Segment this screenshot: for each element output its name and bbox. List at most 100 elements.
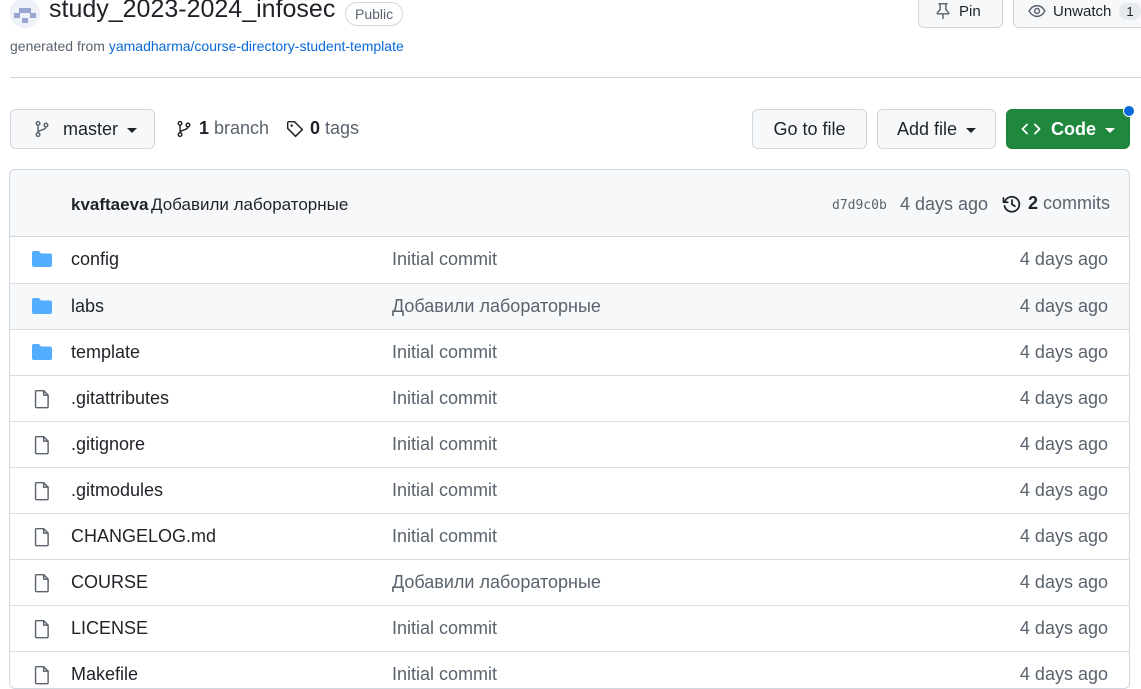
file-icon-wrapper: [31, 481, 53, 506]
file-icon-wrapper: [31, 435, 53, 460]
file-row[interactable]: template Initial commit 4 days ago: [10, 329, 1129, 375]
file-row[interactable]: .gitattributes Initial commit 4 days ago: [10, 375, 1129, 421]
tag-icon: [286, 120, 304, 137]
commit-sha[interactable]: d7d9c0b: [832, 198, 887, 213]
file-commit-age: 4 days ago: [1019, 249, 1108, 269]
file-row[interactable]: .gitignore Initial commit 4 days ago: [10, 421, 1129, 467]
file-commit-message[interactable]: Initial commit: [392, 388, 497, 409]
branch-word: branch: [214, 118, 270, 138]
branches-link[interactable]: 1 branch: [175, 118, 269, 139]
file-icon: [34, 527, 49, 547]
commit-author[interactable]: kvaftaeva: [71, 195, 149, 215]
code-button[interactable]: Code: [1006, 109, 1130, 149]
file-name-link[interactable]: .gitattributes: [71, 388, 169, 409]
folder-icon: [32, 251, 52, 267]
commits-history-link[interactable]: 2 commits: [1002, 193, 1110, 214]
identicon-icon: [10, 0, 40, 28]
notification-dot: [1123, 105, 1135, 117]
file-row[interactable]: CHANGELOG.md Initial commit 4 days ago: [10, 513, 1129, 559]
file-commit-message[interactable]: Initial commit: [392, 434, 497, 455]
tags-link[interactable]: 0 tags: [286, 118, 359, 139]
file-commit-age: 4 days ago: [1019, 296, 1108, 316]
file-commit-message[interactable]: Добавили лабораторные: [392, 296, 601, 317]
branch-selector-button[interactable]: master: [10, 109, 155, 149]
file-name-link[interactable]: LICENSE: [71, 618, 148, 639]
file-commit-age: 4 days ago: [1019, 342, 1108, 362]
file-browser: kvaftaeva Добавили лабораторные d7d9c0b …: [9, 169, 1130, 689]
file-row[interactable]: labs Добавили лабораторные 4 days ago: [10, 283, 1129, 329]
generated-from-text: generated from yamadharma/course-directo…: [10, 38, 404, 54]
template-repo-link[interactable]: yamadharma/course-directory-student-temp…: [109, 38, 404, 54]
commit-message[interactable]: Добавили лабораторные: [151, 195, 348, 215]
file-icon: [34, 619, 49, 639]
file-commit-message[interactable]: Добавили лабораторные: [392, 572, 601, 593]
file-icon-wrapper: [31, 665, 53, 688]
visibility-badge: Public: [345, 2, 404, 26]
file-name-link[interactable]: COURSE: [71, 572, 148, 593]
file-icon: [34, 481, 49, 501]
generated-prefix: generated from: [10, 38, 109, 54]
file-commit-age: 4 days ago: [1019, 618, 1108, 638]
file-row[interactable]: .gitmodules Initial commit 4 days ago: [10, 467, 1129, 513]
tag-count: 0: [310, 118, 321, 138]
folder-icon: [32, 344, 52, 360]
folder-name-link[interactable]: labs: [71, 296, 104, 317]
file-icon: [34, 389, 49, 409]
unwatch-label: Unwatch: [1053, 2, 1112, 20]
file-commit-age: 4 days ago: [1019, 388, 1108, 408]
git-branch-icon: [35, 120, 49, 138]
file-icon: [34, 665, 49, 685]
add-file-button[interactable]: Add file: [877, 109, 996, 149]
pin-icon: [936, 2, 950, 19]
header-divider: [10, 77, 1141, 78]
file-name-link[interactable]: .gitignore: [71, 434, 145, 455]
file-icon-wrapper: [31, 619, 53, 644]
file-row[interactable]: LICENSE Initial commit 4 days ago: [10, 605, 1129, 651]
add-file-label: Add file: [896, 118, 958, 139]
chevron-down-icon: [127, 127, 138, 133]
file-commit-age: 4 days ago: [1019, 434, 1108, 454]
file-row[interactable]: Makefile Initial commit 4 days ago: [10, 651, 1129, 688]
chevron-down-icon: [1105, 127, 1115, 133]
pin-button[interactable]: Pin: [918, 0, 1003, 28]
file-row[interactable]: config Initial commit 4 days ago: [10, 237, 1129, 283]
commit-word: commits: [1043, 193, 1111, 213]
repo-owner-avatar[interactable]: [10, 0, 40, 28]
folder-name-link[interactable]: template: [71, 342, 140, 363]
file-name-link[interactable]: CHANGELOG.md: [71, 526, 216, 547]
file-commit-age: 4 days ago: [1019, 480, 1108, 500]
file-icon-wrapper: [31, 389, 53, 414]
commit-time: 4 days ago: [900, 194, 989, 214]
latest-commit-bar: kvaftaeva Добавили лабораторные d7d9c0b …: [10, 170, 1129, 237]
file-commit-message[interactable]: Initial commit: [392, 342, 497, 363]
file-commit-message[interactable]: Initial commit: [392, 526, 497, 547]
chevron-down-icon: [966, 127, 977, 133]
folder-name-link[interactable]: config: [71, 249, 119, 270]
file-commit-age: 4 days ago: [1019, 572, 1108, 592]
file-row[interactable]: COURSE Добавили лабораторные 4 days ago: [10, 559, 1129, 605]
eye-icon: [1028, 4, 1046, 18]
branch-count: 1: [199, 118, 210, 138]
code-label: Code: [1051, 118, 1096, 139]
file-icon-wrapper: [31, 527, 53, 552]
file-commit-message[interactable]: Initial commit: [392, 480, 497, 501]
repo-title[interactable]: study_2023-2024_infosec: [49, 0, 335, 24]
watch-count: 1: [1119, 2, 1141, 20]
folder-icon-wrapper: [31, 343, 53, 366]
file-commit-message[interactable]: Initial commit: [392, 249, 497, 270]
file-icon: [34, 573, 49, 593]
file-commit-age: 4 days ago: [1019, 526, 1108, 546]
tag-word: tags: [325, 118, 360, 138]
folder-icon: [32, 298, 52, 314]
unwatch-button[interactable]: Unwatch 1: [1013, 0, 1141, 28]
file-icon: [34, 435, 49, 455]
file-icon-wrapper: [31, 573, 53, 598]
go-to-file-button[interactable]: Go to file: [752, 109, 867, 149]
git-branch-icon: [177, 120, 191, 137]
code-icon: [1021, 123, 1041, 135]
file-name-link[interactable]: .gitmodules: [71, 480, 163, 501]
pin-label: Pin: [959, 2, 981, 20]
file-commit-message[interactable]: Initial commit: [392, 618, 497, 639]
current-branch-label: master: [63, 118, 119, 139]
folder-icon-wrapper: [31, 297, 53, 320]
